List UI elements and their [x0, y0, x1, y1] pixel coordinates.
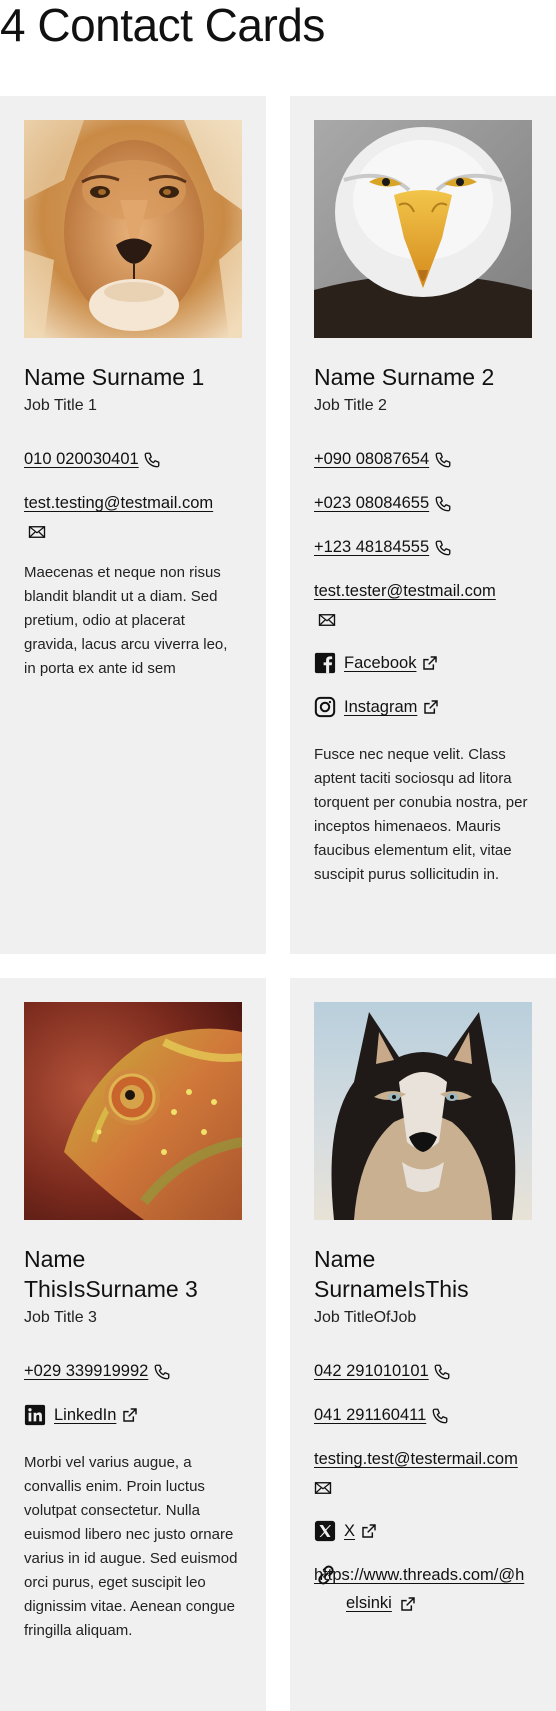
phone-row: +029 339919992: [24, 1357, 242, 1385]
contact-description: Maecenas et neque non risus blandit blan…: [24, 564, 228, 677]
linkedin-link[interactable]: LinkedIn: [54, 1401, 116, 1429]
email-row: testing.test@testermail.com: [314, 1445, 532, 1501]
phone-link[interactable]: 041 291160411: [314, 1406, 426, 1424]
link-icon: [314, 1564, 338, 1586]
phone-icon: [434, 495, 452, 513]
phone-icon: [434, 451, 452, 469]
email-row: test.tester@testmail.com: [314, 577, 532, 633]
eagle-photo: [314, 120, 532, 338]
social-row-linkedin: LinkedIn: [24, 1401, 242, 1429]
contact-name: Name ThisIsSurname 3: [24, 1246, 198, 1302]
contact-name: Name SurnameIsThis: [314, 1246, 469, 1302]
husky-photo: [314, 1002, 532, 1220]
job-title: Job TitleOfJob: [314, 1309, 417, 1326]
chameleon-photo: [24, 1002, 242, 1220]
phone-row: 042 291010101: [314, 1357, 532, 1385]
mail-icon: [318, 612, 336, 628]
job-title: Job Title 1: [24, 397, 97, 414]
phone-icon: [143, 451, 161, 469]
phone-icon: [434, 539, 452, 557]
email-link[interactable]: test.testing@testmail.com: [24, 494, 213, 512]
social-row-instagram: Instagram: [314, 693, 532, 721]
external-link-icon: [122, 1407, 138, 1423]
linkedin-icon: [24, 1404, 46, 1426]
phone-link[interactable]: +029 339919992: [24, 1362, 148, 1380]
contact-name: Name Surname 1: [24, 364, 205, 390]
phone-link[interactable]: 010 020030401: [24, 450, 139, 468]
external-link-icon: [400, 1596, 416, 1612]
contact-card-1: Name Surname 1 Job Title 1 010 020030401…: [0, 96, 266, 954]
external-link-icon: [422, 655, 438, 671]
email-row: test.testing@testmail.com: [24, 489, 242, 545]
social-row-facebook: Facebook: [314, 649, 532, 677]
phone-link[interactable]: 042 291010101: [314, 1362, 429, 1380]
contact-card-2: Name Surname 2 Job Title 2 +090 08087654…: [290, 96, 556, 954]
mail-icon: [314, 1480, 332, 1496]
social-row-x: X: [314, 1517, 532, 1545]
external-link-icon: [423, 699, 439, 715]
instagram-link[interactable]: Instagram: [344, 693, 417, 721]
facebook-icon: [314, 652, 336, 674]
contact-description: Fusce nec neque velit. Class aptent taci…: [314, 746, 528, 883]
job-title: Job Title 3: [24, 1309, 97, 1326]
phone-icon: [153, 1363, 171, 1381]
email-link[interactable]: testing.test@testermail.com: [314, 1450, 518, 1468]
phone-row: +023 08084655: [314, 489, 532, 517]
x-icon: [314, 1520, 336, 1542]
contact-name: Name Surname 2: [314, 364, 495, 390]
external-link-icon: [361, 1523, 377, 1539]
phone-row: +090 08087654: [314, 445, 532, 473]
phone-icon: [433, 1363, 451, 1381]
lion-photo: [24, 120, 242, 338]
social-row-threads: https://www.threads.com/@helsinki: [314, 1561, 532, 1617]
page-title: 4 Contact Cards: [0, 0, 325, 51]
instagram-icon: [314, 696, 336, 718]
mail-icon: [28, 524, 46, 540]
phone-row: 010 020030401: [24, 445, 242, 473]
x-link[interactable]: X: [344, 1517, 355, 1545]
phone-link[interactable]: +023 08084655: [314, 494, 429, 512]
contact-description: Morbi vel varius augue, a convallis enim…: [24, 1454, 238, 1639]
phone-row: 041 291160411: [314, 1401, 532, 1429]
contact-card-4: Name SurnameIsThis Job TitleOfJob 042 29…: [290, 978, 556, 1711]
phone-icon: [431, 1407, 449, 1425]
facebook-link[interactable]: Facebook: [344, 649, 416, 677]
email-link[interactable]: test.tester@testmail.com: [314, 582, 496, 600]
threads-link[interactable]: https://www.threads.com/@helsinki: [314, 1566, 524, 1612]
contact-card-3: Name ThisIsSurname 3 Job Title 3 +029 33…: [0, 978, 266, 1711]
phone-row: +123 48184555: [314, 533, 532, 561]
phone-link[interactable]: +123 48184555: [314, 538, 429, 556]
job-title: Job Title 2: [314, 397, 387, 414]
phone-link[interactable]: +090 08087654: [314, 450, 429, 468]
